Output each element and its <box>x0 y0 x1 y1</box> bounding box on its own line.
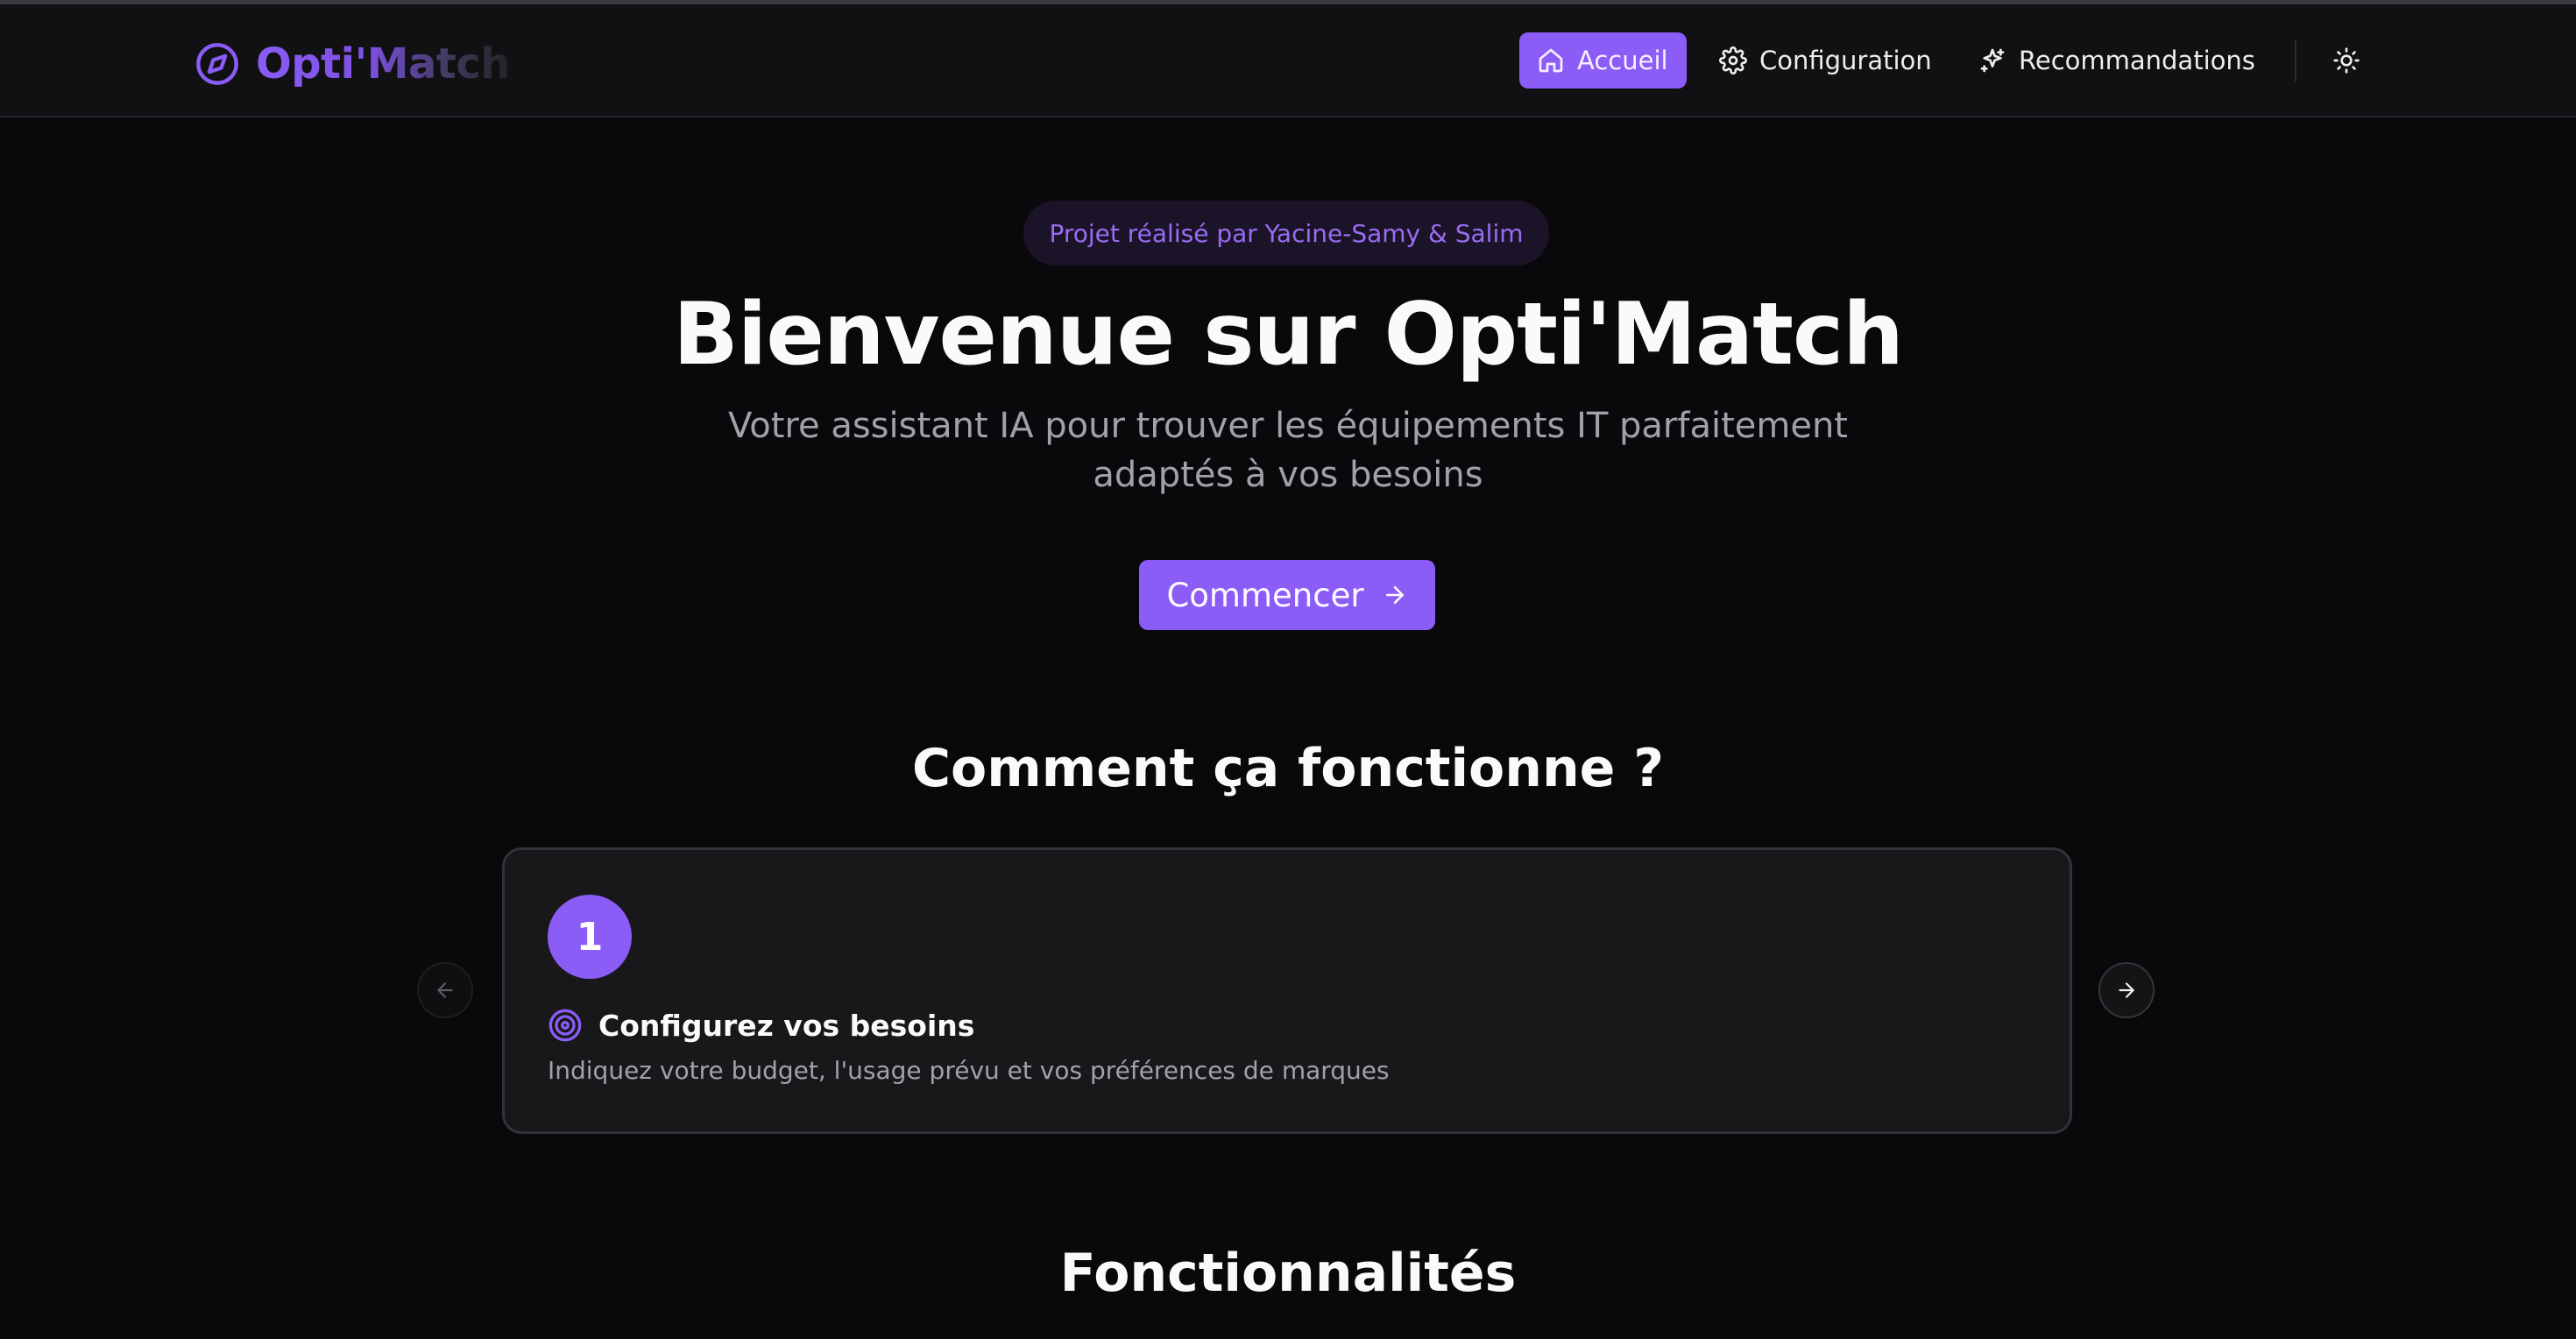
step-heading: Configurez vos besoins <box>548 1004 974 1046</box>
nav-item-label: Configuration <box>1759 46 1932 75</box>
navbar: Opti'Match Accueil Configuration Recomma… <box>0 4 2576 117</box>
nav-item-label: Recommandations <box>2019 46 2255 75</box>
nav-divider <box>2295 39 2296 81</box>
project-badge: Projet réalisé par Yacine-Samy & Salim <box>1023 201 1549 266</box>
step-card: 1 Configurez vos besoins Indiquez votre … <box>502 847 2072 1134</box>
nav-item-label: Accueil <box>1577 46 1668 75</box>
home-icon <box>1539 48 1563 73</box>
gear-icon <box>1719 46 1747 74</box>
hero-subtitle: Votre assistant IA pour trouver les équi… <box>728 406 1848 495</box>
carousel-next-button[interactable] <box>2098 962 2155 1018</box>
arrow-right-icon <box>2119 982 2134 998</box>
target-icon <box>548 1009 582 1042</box>
step-description: Indiquez votre budget, l'usage prévu et … <box>548 1056 1390 1085</box>
arrow-left-icon <box>437 982 453 998</box>
sparkles-icon <box>1980 48 2005 73</box>
arrow-right-icon <box>1385 586 1404 604</box>
features-title: Fonctionnalités <box>1059 1243 1517 1304</box>
carousel-prev-button[interactable] <box>417 962 473 1018</box>
start-button[interactable]: Commencer <box>1139 560 1435 630</box>
sun-icon <box>2333 47 2360 74</box>
main-nav: Accueil Configuration Recommandations <box>0 32 2576 89</box>
how-it-works-title: Comment ça fonctionne ? <box>911 738 1665 799</box>
nav-item-recommandations[interactable]: Recommandations <box>1961 32 2273 89</box>
nav-item-accueil[interactable]: Accueil <box>1519 32 1687 89</box>
step-title: Configurez vos besoins <box>598 1008 975 1043</box>
theme-toggle-button[interactable] <box>2322 36 2371 85</box>
hero-title: Bienvenue sur Opti'Match <box>673 285 1904 385</box>
step-number: 1 <box>548 895 632 979</box>
start-button-label: Commencer <box>1166 576 1364 614</box>
nav-item-configuration[interactable]: Configuration <box>1702 32 1950 89</box>
